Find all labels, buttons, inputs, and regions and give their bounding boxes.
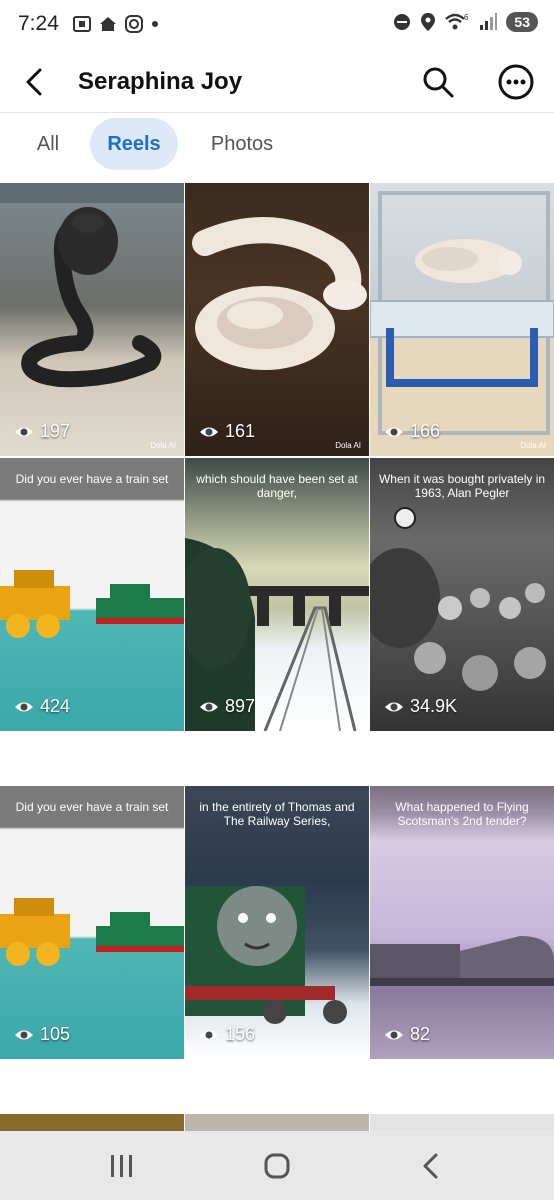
reel-thumbnail[interactable]: Did you ever have a train set 105 bbox=[0, 786, 184, 1059]
app-header: Seraphina Joy bbox=[0, 52, 554, 113]
view-count: 82 bbox=[384, 1024, 430, 1045]
view-count: 897 bbox=[199, 696, 255, 717]
eye-icon bbox=[200, 702, 218, 711]
view-count: 156 bbox=[199, 1024, 255, 1045]
reel-caption: which should have been set at danger, bbox=[196, 472, 358, 500]
reel-thumbnail[interactable]: When it was bought privately in 1963, Al… bbox=[370, 458, 554, 731]
reel-thumbnail[interactable]: Did you ever have a train set 424 bbox=[0, 458, 184, 731]
view-count: 166 bbox=[384, 421, 440, 442]
content-tabs: All Reels Photos bbox=[0, 118, 554, 174]
reel-thumbnail[interactable]: What happened to Flying Scotsman's 2nd t… bbox=[370, 786, 554, 1059]
eye-icon bbox=[385, 1030, 403, 1039]
albino-snake-image bbox=[192, 217, 367, 370]
watermark: Dola AI bbox=[520, 441, 546, 450]
system-navigation-bar bbox=[0, 1131, 554, 1200]
back-arrow-icon[interactable] bbox=[20, 64, 52, 100]
reel-thumbnail[interactable]: which should have been set at danger, 89… bbox=[185, 458, 369, 731]
screenshot-icon bbox=[73, 16, 91, 32]
view-count: 161 bbox=[199, 421, 255, 442]
reel-caption: in the entirety of Thomas and The Railwa… bbox=[199, 800, 355, 828]
reel-thumbnail[interactable]: in the entirety of Thomas and The Railwa… bbox=[185, 786, 369, 1059]
eye-icon bbox=[15, 702, 33, 711]
do-not-disturb-icon bbox=[394, 14, 411, 30]
reels-grid: 197 Dola AI 161 Dola AI 166 Dola AI Did … bbox=[0, 183, 554, 1131]
snake-in-box-image bbox=[370, 191, 554, 435]
toy-train-image bbox=[0, 570, 184, 638]
reel-thumbnail[interactable] bbox=[185, 1114, 369, 1131]
cobra-image bbox=[0, 183, 184, 388]
system-icons: 6 53 bbox=[392, 12, 538, 32]
wifi-icon: 6 bbox=[445, 13, 469, 30]
view-count: 424 bbox=[14, 696, 70, 717]
toy-train-image bbox=[0, 898, 184, 966]
eye-icon bbox=[200, 427, 218, 436]
reel-thumbnail[interactable]: 166 Dola AI bbox=[370, 183, 554, 456]
view-count: 197 bbox=[14, 421, 70, 442]
recent-apps-icon[interactable] bbox=[103, 1149, 139, 1183]
instagram-icon bbox=[125, 15, 143, 33]
home-button-icon[interactable] bbox=[259, 1149, 295, 1183]
status-time: 7:24 bbox=[18, 12, 59, 35]
search-icon[interactable] bbox=[420, 64, 456, 100]
view-count: 34.9K bbox=[384, 696, 457, 717]
tab-photos[interactable]: Photos bbox=[196, 118, 288, 170]
eye-icon bbox=[385, 427, 403, 436]
watermark: Dola AI bbox=[150, 441, 176, 450]
watermark: Dola AI bbox=[335, 441, 361, 450]
eye-icon bbox=[15, 427, 33, 436]
reel-caption: When it was bought privately in 1963, Al… bbox=[378, 472, 546, 500]
back-button-icon[interactable] bbox=[414, 1149, 450, 1183]
tab-all[interactable]: All bbox=[20, 118, 76, 170]
eye-icon bbox=[385, 702, 403, 711]
svg-text:6: 6 bbox=[464, 13, 469, 22]
reel-caption: Did you ever have a train set bbox=[15, 800, 169, 814]
signal-icon bbox=[480, 13, 498, 30]
page-title: Seraphina Joy bbox=[78, 68, 243, 95]
tab-reels[interactable]: Reels bbox=[90, 118, 178, 170]
home-icon bbox=[100, 17, 116, 31]
location-icon bbox=[421, 13, 436, 31]
eye-icon bbox=[200, 1030, 218, 1039]
reel-thumbnail[interactable] bbox=[0, 1114, 184, 1131]
more-options-icon[interactable] bbox=[497, 63, 535, 101]
status-bar: 7:24 6 53 bbox=[0, 0, 554, 52]
reel-thumbnail[interactable]: 197 Dola AI bbox=[0, 183, 184, 456]
reel-caption: Did you ever have a train set bbox=[15, 472, 169, 486]
reel-thumbnail[interactable] bbox=[370, 1114, 554, 1131]
eye-icon bbox=[15, 1030, 33, 1039]
reel-thumbnail[interactable]: 161 Dola AI bbox=[185, 183, 369, 456]
notification-icons bbox=[72, 14, 160, 34]
dot-icon bbox=[152, 21, 158, 27]
reel-caption: What happened to Flying Scotsman's 2nd t… bbox=[395, 800, 529, 828]
battery-indicator: 53 bbox=[506, 12, 538, 32]
view-count: 105 bbox=[14, 1024, 70, 1045]
